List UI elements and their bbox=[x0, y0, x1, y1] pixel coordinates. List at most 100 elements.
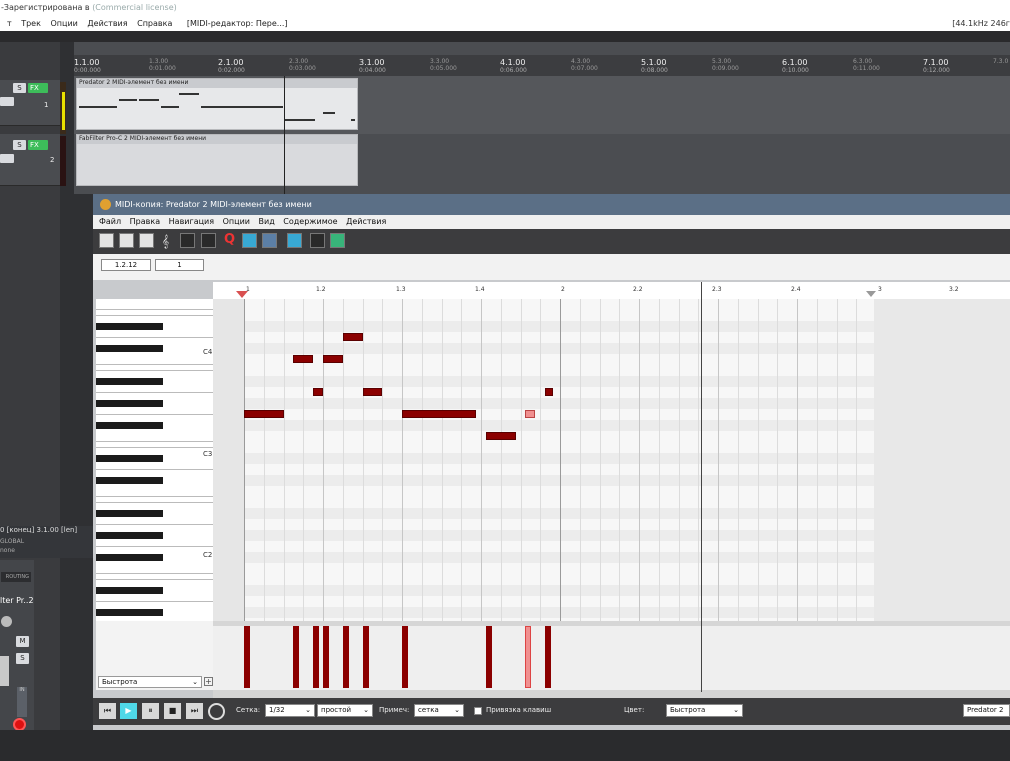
routing-button[interactable]: ROUTING bbox=[1, 572, 31, 582]
key-snap-checkbox[interactable] bbox=[474, 707, 482, 715]
menu-view[interactable]: Вид bbox=[259, 217, 275, 226]
midi-note[interactable] bbox=[402, 410, 477, 418]
velocity-bar[interactable] bbox=[525, 626, 532, 688]
piano-roll-outside-item[interactable] bbox=[874, 299, 1010, 621]
menu-actions[interactable]: Действия bbox=[87, 19, 127, 28]
go-to-end-button[interactable]: ⏭ bbox=[186, 703, 203, 719]
menu-track[interactable]: Трек bbox=[21, 19, 41, 28]
record-mode-dropdown[interactable] bbox=[0, 97, 14, 106]
velocity-bar[interactable] bbox=[545, 626, 552, 688]
step-input-icon[interactable] bbox=[310, 233, 325, 248]
menu-contents[interactable]: Содержимое bbox=[283, 217, 337, 226]
grid-icon[interactable] bbox=[201, 233, 216, 248]
velocity-bar[interactable] bbox=[244, 626, 250, 688]
drum-map-icon[interactable] bbox=[180, 233, 195, 248]
midi-item-track-2[interactable]: FabFilter Pro-C 2 MIDI-элемент без имени bbox=[76, 134, 358, 186]
add-lane-icon[interactable]: + bbox=[204, 677, 213, 686]
solo-button[interactable]: S bbox=[13, 140, 26, 150]
loop-end-marker[interactable] bbox=[866, 291, 876, 297]
cc-lane-select[interactable]: Быстрота ⌄ bbox=[98, 676, 202, 688]
midi-note[interactable] bbox=[342, 333, 363, 341]
instrument-select[interactable]: Predator 2 bbox=[963, 704, 1010, 717]
menu-item[interactable]: т bbox=[7, 19, 12, 28]
ruler-half-4: 4.3.00 0:07.000 bbox=[571, 58, 598, 72]
black-key[interactable] bbox=[96, 378, 163, 385]
repeat-icon[interactable] bbox=[208, 703, 225, 720]
menu-options[interactable]: Опции bbox=[223, 217, 250, 226]
swing-icon[interactable] bbox=[262, 233, 277, 248]
midi-note[interactable] bbox=[525, 410, 536, 418]
mute-button[interactable]: M bbox=[16, 636, 29, 647]
view-mode-event-list-icon[interactable] bbox=[139, 233, 154, 248]
insert-icon[interactable] bbox=[330, 233, 345, 248]
notes-select[interactable]: сетка ⌄ bbox=[414, 704, 464, 717]
midi-ruler-label: 1.3 bbox=[396, 286, 406, 293]
midi-note[interactable] bbox=[313, 388, 323, 396]
grid-type-select[interactable]: простой ⌄ bbox=[317, 704, 373, 717]
view-mode-named-notes-icon[interactable] bbox=[119, 233, 134, 248]
piano-keyboard[interactable] bbox=[96, 299, 213, 621]
velocity-bar[interactable] bbox=[342, 626, 349, 688]
notation-icon[interactable]: 𝄞 bbox=[162, 234, 169, 249]
loop-icon[interactable] bbox=[287, 233, 302, 248]
note-position-field[interactable]: 1.2.12 bbox=[101, 259, 151, 271]
menu-actions[interactable]: Действия bbox=[346, 217, 386, 226]
black-key[interactable] bbox=[96, 477, 163, 484]
black-key[interactable] bbox=[96, 532, 163, 539]
velocity-bar[interactable] bbox=[362, 626, 369, 688]
menu-help[interactable]: Справка bbox=[137, 19, 172, 28]
horizontal-scrollbar[interactable] bbox=[213, 690, 1010, 698]
cc-lane-icon[interactable] bbox=[242, 233, 257, 248]
midi-editor-tab[interactable]: [MIDI-редактор: Пере...] bbox=[187, 19, 288, 28]
velocity-lane[interactable] bbox=[213, 626, 1010, 690]
view-mode-piano-roll-icon[interactable] bbox=[99, 233, 114, 248]
fx-button[interactable]: FX bbox=[28, 83, 48, 93]
menu-options[interactable]: Опции bbox=[50, 19, 77, 28]
piano-roll-grid[interactable] bbox=[244, 299, 874, 621]
automation-mode[interactable]: GLOBAL bbox=[0, 538, 24, 545]
menu-edit[interactable]: Правка bbox=[130, 217, 160, 226]
black-key[interactable] bbox=[96, 609, 163, 616]
velocity-bar[interactable] bbox=[485, 626, 492, 688]
black-key[interactable] bbox=[96, 510, 163, 517]
fx-button[interactable]: FX bbox=[28, 140, 48, 150]
midi-note[interactable] bbox=[293, 355, 314, 363]
color-select[interactable]: Быстрота ⌄ bbox=[666, 704, 743, 717]
grid-select[interactable]: 1/32 ⌄ bbox=[265, 704, 315, 717]
midi-note[interactable] bbox=[244, 410, 284, 418]
volume-fader[interactable] bbox=[0, 656, 9, 686]
velocity-bar[interactable] bbox=[402, 626, 408, 688]
black-key[interactable] bbox=[96, 400, 163, 407]
quantize-icon[interactable]: Q bbox=[224, 232, 235, 247]
midi-note[interactable] bbox=[545, 388, 554, 396]
pan-knob[interactable] bbox=[1, 616, 12, 627]
stop-button[interactable]: ■ bbox=[164, 703, 181, 719]
menu-navigation[interactable]: Навигация bbox=[169, 217, 214, 226]
pause-button[interactable]: ⏸ bbox=[142, 703, 159, 719]
solo-button[interactable]: S bbox=[16, 653, 29, 664]
play-button[interactable]: ▶ bbox=[120, 703, 137, 719]
track-2-header[interactable]: S FX 2 bbox=[0, 134, 60, 186]
midi-ruler[interactable] bbox=[213, 282, 1010, 299]
black-key[interactable] bbox=[96, 554, 163, 561]
midi-note[interactable] bbox=[485, 432, 516, 440]
solo-button[interactable]: S bbox=[13, 83, 26, 93]
menu-file[interactable]: Файл bbox=[99, 217, 121, 226]
black-key[interactable] bbox=[96, 455, 163, 462]
black-key[interactable] bbox=[96, 345, 163, 352]
velocity-bar[interactable] bbox=[313, 626, 320, 688]
midi-item-track-1[interactable]: Predator 2 MIDI-элемент без имени bbox=[76, 78, 358, 130]
black-key[interactable] bbox=[96, 422, 163, 429]
midi-note[interactable] bbox=[323, 355, 343, 363]
black-key[interactable] bbox=[96, 587, 163, 594]
note-length-field[interactable]: 1 bbox=[155, 259, 204, 271]
velocity-bar[interactable] bbox=[293, 626, 300, 688]
go-to-start-button[interactable]: ⏮ bbox=[99, 703, 116, 719]
track-1-header[interactable]: S FX 1 bbox=[0, 80, 60, 126]
record-mode-dropdown[interactable] bbox=[0, 154, 14, 163]
input-button[interactable]: IN bbox=[17, 687, 27, 717]
automation-none[interactable]: none bbox=[0, 547, 15, 554]
black-key[interactable] bbox=[96, 323, 163, 330]
velocity-bar[interactable] bbox=[323, 626, 329, 688]
midi-note[interactable] bbox=[362, 388, 383, 396]
